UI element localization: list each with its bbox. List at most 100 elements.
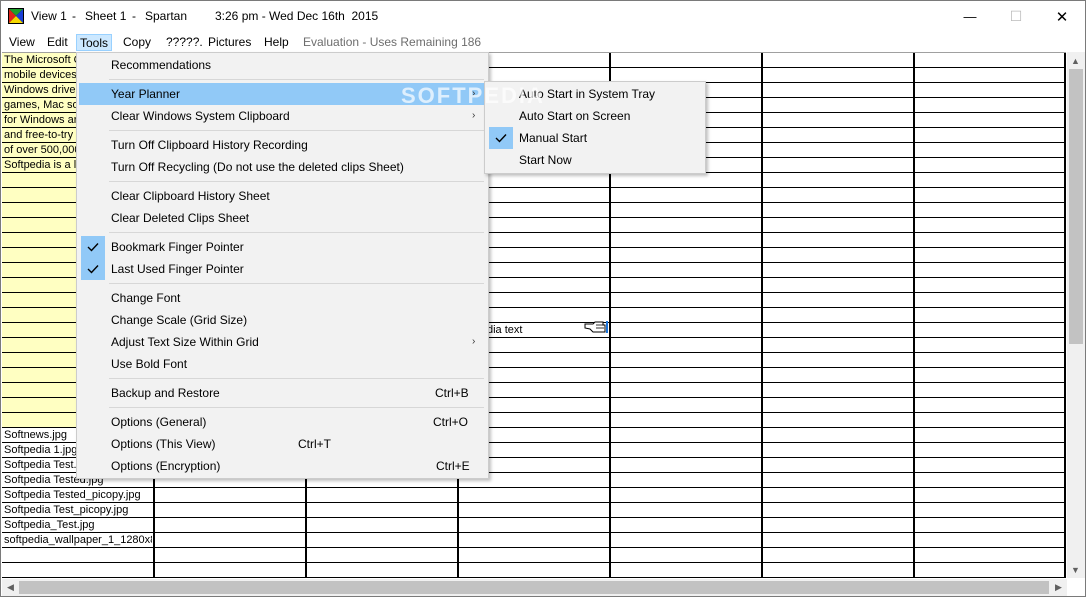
grid-cell[interactable]: games, Mac so <box>4 98 76 112</box>
menu-item-last-used-finger-pointer[interactable]: Last Used Finger Pointer <box>79 258 486 280</box>
grid-cell[interactable]: Windows driver <box>4 83 76 97</box>
menu-item-clear-history-sheet[interactable]: Clear Clipboard History Sheet <box>79 185 486 207</box>
menu-view[interactable]: View <box>6 34 38 51</box>
grid-cell[interactable]: The Microsoft O <box>4 53 76 67</box>
menu-item-label: Use Bold Font <box>111 357 188 371</box>
menu-item-options-encryption[interactable]: Options (Encryption) Ctrl+E <box>79 455 486 477</box>
menu-item-turn-off-history[interactable]: Turn Off Clipboard History Recording <box>79 134 486 156</box>
row-divider <box>2 532 1066 533</box>
menu-separator <box>109 232 484 233</box>
row-divider <box>2 547 1066 548</box>
grid-cell[interactable]: softpedia_wallpaper_1_1280x8 <box>4 533 152 547</box>
menu-item-label: Options (General) <box>111 415 207 429</box>
horizontal-scroll-thumb[interactable] <box>19 581 1049 594</box>
menu-separator <box>109 181 484 182</box>
grid-cell[interactable]: Softpedia is a li <box>4 158 76 172</box>
submenu-item-manual-start[interactable]: Manual Start <box>487 127 703 149</box>
menu-help[interactable]: Help <box>261 34 292 51</box>
scroll-left-icon[interactable]: ◀ <box>2 579 19 596</box>
minimize-button[interactable]: — <box>947 1 993 32</box>
menu-item-label: Turn Off Recycling (Do not use the delet… <box>111 160 404 174</box>
menu-pictures[interactable]: Pictures <box>205 34 254 51</box>
menu-item-label: Adjust Text Size Within Grid <box>111 335 259 349</box>
menu-item-options-this-view[interactable]: Options (This View) Ctrl+T <box>79 433 486 455</box>
horizontal-scrollbar[interactable]: ◀ ▶ <box>2 579 1067 596</box>
menu-item-label: Turn Off Clipboard History Recording <box>111 138 308 152</box>
menu-separator <box>109 283 484 284</box>
vertical-scroll-thumb[interactable] <box>1069 69 1083 344</box>
menu-separator <box>109 130 484 131</box>
scroll-down-icon[interactable]: ▼ <box>1067 561 1084 578</box>
check-icon <box>81 236 105 258</box>
menu-item-label: Manual Start <box>519 131 588 145</box>
menu-item-change-font[interactable]: Change Font <box>79 287 486 309</box>
check-icon <box>81 258 105 280</box>
menu-item-label: Options (This View) <box>111 437 216 451</box>
scroll-up-icon[interactable]: ▲ <box>1067 52 1084 69</box>
menu-edit[interactable]: Edit <box>44 34 71 51</box>
submenu-item-start-now[interactable]: Start Now <box>487 149 703 171</box>
grid-cell-background <box>2 323 76 337</box>
grid-cell-background <box>2 353 76 367</box>
menu-item-label: Change Font <box>111 291 181 305</box>
grid-cell-background <box>2 248 76 262</box>
menu-separator <box>109 407 484 408</box>
vertical-scrollbar[interactable]: ▲ ▼ <box>1067 52 1085 578</box>
menu-copy[interactable]: Copy <box>120 34 154 51</box>
app-window: View 1 - Sheet 1 - Spartan 3:26 pm - Wed… <box>0 0 1086 597</box>
title-dash: - <box>72 9 76 23</box>
grid-cell-background <box>2 218 76 232</box>
menu-question[interactable]: ?????. <box>163 34 206 51</box>
menu-item-bookmark-finger-pointer[interactable]: Bookmark Finger Pointer <box>79 236 486 258</box>
spartan-app-icon <box>8 8 24 24</box>
menu-item-turn-off-recycling[interactable]: Turn Off Recycling (Do not use the delet… <box>79 156 486 178</box>
menu-item-label: Clear Windows System Clipboard <box>111 109 290 123</box>
menu-item-change-scale[interactable]: Change Scale (Grid Size) <box>79 309 486 331</box>
menu-item-label: Change Scale (Grid Size) <box>111 313 248 327</box>
menu-item-label: Recommendations <box>111 58 212 72</box>
row-divider <box>2 577 1066 578</box>
grid-cell[interactable]: Softpedia_Test.jpg <box>4 518 152 532</box>
evaluation-label: Evaluation - Uses Remaining 186 <box>303 35 482 49</box>
title-datetime: 3:26 pm - Wed Dec 16th 2015 <box>215 9 379 23</box>
tools-menu: Recommendations Year Planner › Clear Win… <box>76 52 489 479</box>
grid-cell[interactable]: Softpedia Tested_picopy.jpg <box>4 488 152 502</box>
grid-cell[interactable]: mobile devices <box>4 68 76 82</box>
grid-cell-background <box>2 413 76 427</box>
menu-item-use-bold-font[interactable]: Use Bold Font <box>79 353 486 375</box>
grid-cell-background <box>2 293 76 307</box>
column-divider <box>913 53 915 578</box>
menu-item-label: Clear Clipboard History Sheet <box>111 189 270 203</box>
grid-cell-background <box>2 188 76 202</box>
grid-cell[interactable]: Softpedia Test_picopy.jpg <box>4 503 152 517</box>
grid-cell-background <box>2 383 76 397</box>
submenu-arrow-icon: › <box>472 336 476 347</box>
menu-item-clear-deleted-sheet[interactable]: Clear Deleted Clips Sheet <box>79 207 486 229</box>
scroll-right-icon[interactable]: ▶ <box>1050 579 1067 596</box>
menu-item-backup-restore[interactable]: Backup and Restore Ctrl+B <box>79 382 486 404</box>
grid-cell[interactable]: of over 500,000 <box>4 143 76 157</box>
menu-item-label: Bookmark Finger Pointer <box>111 240 244 254</box>
maximize-button[interactable]: ☐ <box>993 1 1039 32</box>
menu-tools[interactable]: Tools <box>76 34 113 51</box>
grid-cell-background <box>2 233 76 247</box>
title-bar: View 1 - Sheet 1 - Spartan 3:26 pm - Wed… <box>1 1 1085 32</box>
menu-item-options-general[interactable]: Options (General) Ctrl+O <box>79 411 486 433</box>
menu-separator <box>109 378 484 379</box>
close-button[interactable]: ✕ <box>1039 1 1085 32</box>
row-divider <box>2 517 1066 518</box>
menu-item-adjust-text-size[interactable]: Adjust Text Size Within Grid › <box>79 331 486 353</box>
column-divider <box>1064 53 1066 578</box>
grid-cell[interactable]: and free-to-try s <box>4 128 76 142</box>
menu-item-label: Options (Encryption) <box>111 459 221 473</box>
menu-item-recommendations[interactable]: Recommendations <box>79 54 486 76</box>
grid-cell-background <box>2 263 76 277</box>
grid-cell-background <box>2 203 76 217</box>
finger-pointer-icon <box>584 321 608 333</box>
grid-cell[interactable]: dia text <box>487 323 587 337</box>
menu-item-label: Clear Deleted Clips Sheet <box>111 211 250 225</box>
menu-item-label: Last Used Finger Pointer <box>111 262 244 276</box>
grid-cell[interactable]: for Windows ar <box>4 113 76 127</box>
title-dash: - <box>132 9 136 23</box>
row-divider <box>2 562 1066 563</box>
